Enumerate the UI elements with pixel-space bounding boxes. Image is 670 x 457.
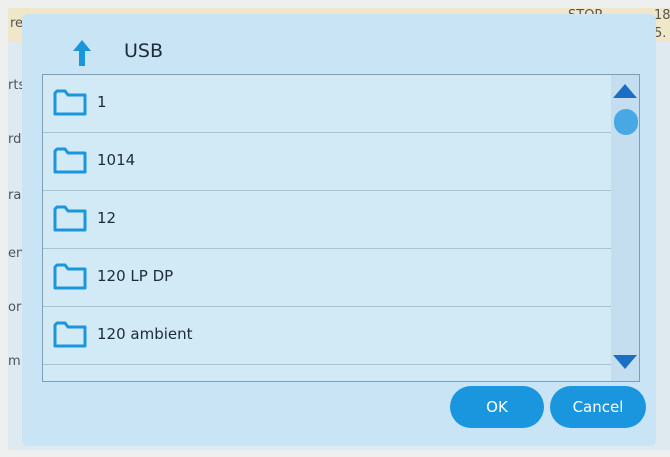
- scrollbar[interactable]: [611, 75, 639, 381]
- folder-name: 120 ambient: [97, 325, 193, 343]
- ok-button[interactable]: OK: [450, 386, 544, 428]
- folder-icon: [53, 261, 87, 291]
- scroll-up-arrow-icon[interactable]: [613, 83, 637, 102]
- background-side-text: or: [8, 300, 22, 315]
- background-side-text: rd: [8, 132, 22, 147]
- folder-icon: [53, 203, 87, 233]
- background-top-number: 18: [654, 8, 670, 23]
- folder-icon: [53, 145, 87, 175]
- background-side-text: m: [8, 354, 21, 369]
- list-item[interactable]: 120 ambient: [43, 307, 611, 365]
- folder-icon: [53, 319, 87, 349]
- scroll-down-arrow-icon[interactable]: [613, 354, 637, 373]
- cancel-button[interactable]: Cancel: [550, 386, 646, 428]
- background-side-text: ra: [8, 188, 22, 203]
- folder-name: 1: [97, 93, 107, 111]
- folder-name: 1014: [97, 151, 136, 169]
- list-item[interactable]: 12: [43, 191, 611, 249]
- list-item[interactable]: 1: [43, 75, 611, 133]
- folder-name: 12: [97, 209, 117, 227]
- folder-icon: [53, 87, 87, 117]
- dialog-header: USB: [22, 14, 656, 74]
- dialog-title: USB: [124, 40, 164, 62]
- file-list[interactable]: 1 1014 12 120 LP DP 120 ambient: [42, 74, 640, 382]
- folder-name: 120 LP DP: [97, 267, 174, 285]
- up-arrow-icon[interactable]: [72, 40, 92, 66]
- usb-file-dialog: USB 1 1014 12 120 LP DP 120 ambient OK C…: [22, 14, 656, 446]
- list-item[interactable]: 1014: [43, 133, 611, 191]
- scroll-thumb[interactable]: [614, 109, 638, 135]
- list-item[interactable]: 120 LP DP: [43, 249, 611, 307]
